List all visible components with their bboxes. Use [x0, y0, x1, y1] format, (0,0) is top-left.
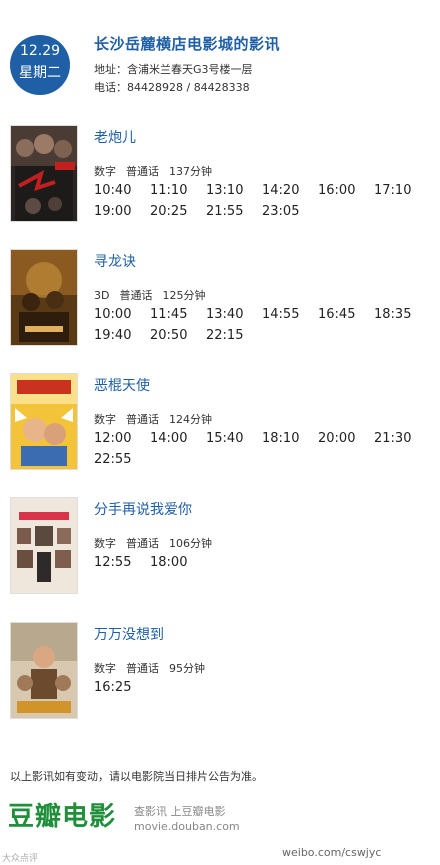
movie-language: 普通话: [126, 413, 159, 426]
phone-label: 电话：: [94, 81, 127, 94]
phone-row: 电话：84428928 / 84428338: [94, 79, 250, 95]
footer-tagline: 查影讯 上豆瓣电影: [134, 805, 226, 818]
movie-duration: 125分钟: [162, 289, 206, 302]
showtime[interactable]: 12:00: [94, 430, 150, 448]
address-label: 地址：: [94, 63, 127, 76]
showtime[interactable]: 22:55: [94, 451, 150, 469]
showtime[interactable]: 18:10: [262, 430, 318, 448]
date-text: 12.29: [19, 43, 61, 59]
showtime[interactable]: 21:30: [374, 430, 430, 448]
movie-meta: 数字 普通话 95分钟: [94, 660, 215, 676]
movie-poster[interactable]: [10, 373, 78, 470]
movie-poster[interactable]: [10, 125, 78, 222]
movie-format: 数字: [94, 537, 116, 550]
showtime[interactable]: 20:50: [150, 327, 206, 345]
movie-meta: 数字 普通话 124分钟: [94, 411, 222, 427]
showtime[interactable]: 14:00: [150, 430, 206, 448]
showtime[interactable]: 20:00: [318, 430, 374, 448]
watermark-left: 大众点评: [2, 854, 39, 864]
movie-title[interactable]: 寻龙诀: [94, 251, 136, 271]
movie-title[interactable]: 万万没想到: [94, 624, 164, 644]
disclaimer-note: 以上影讯如有变动，请以电影院当日排片公告为准。: [10, 770, 263, 783]
showtime[interactable]: 18:00: [150, 554, 206, 572]
movie-item[interactable]: 分手再说我爱你 数字 普通话 106分钟 12:55 18:00: [0, 497, 440, 597]
movie-format: 数字: [94, 413, 116, 426]
movie-meta: 数字 普通话 137分钟: [94, 163, 222, 179]
weibo-watermark: weibo.com/cswjyc: [282, 846, 382, 859]
showtime[interactable]: 12:55: [94, 554, 150, 572]
movie-language: 普通话: [126, 165, 159, 178]
showtimes: 10:40 11:10 13:10 14:20 16:00 17:10 19:00 20:25…: [94, 179, 434, 221]
weekday-text: 星期二: [19, 65, 61, 81]
address-value: 含浦米兰春天G3号楼一层: [127, 63, 253, 76]
movie-poster[interactable]: [10, 249, 78, 346]
movie-title[interactable]: 恶棍天使: [94, 375, 150, 395]
movie-language: 普通话: [119, 289, 153, 302]
showtime[interactable]: 13:10: [206, 182, 262, 200]
showtimes: 10:00 11:45 13:40 14:55 16:45 18:35 19:40 20:50…: [94, 303, 434, 345]
showtime[interactable]: 11:45: [150, 306, 206, 324]
movie-poster[interactable]: [10, 622, 78, 719]
showtime[interactable]: 15:40: [206, 430, 262, 448]
date-badge: 12.29 星期二: [10, 35, 70, 95]
showtimes: 12:55 18:00: [94, 551, 434, 572]
showtime[interactable]: 14:20: [262, 182, 318, 200]
movie-format: 3D: [94, 289, 110, 302]
movie-duration: 106分钟: [169, 537, 212, 550]
movie-format: 数字: [94, 165, 116, 178]
showtime[interactable]: 16:00: [318, 182, 374, 200]
douban-movie-logo[interactable]: 豆瓣电影: [8, 796, 116, 833]
showtime[interactable]: 21:55: [206, 203, 262, 221]
movie-poster[interactable]: [10, 497, 78, 594]
phone-value: 84428928 / 84428338: [127, 81, 250, 94]
showtime[interactable]: 13:40: [206, 306, 262, 324]
showtime[interactable]: 17:10: [374, 182, 430, 200]
showtime[interactable]: 23:05: [262, 203, 318, 221]
showtime[interactable]: 16:25: [94, 679, 150, 697]
movie-item[interactable]: 老炮儿 数字 普通话 137分钟 10:40 11:10 13:10 14:20 16:00…: [0, 125, 440, 225]
movie-duration: 124分钟: [169, 413, 212, 426]
movie-duration: 137分钟: [169, 165, 212, 178]
movie-title[interactable]: 老炮儿: [94, 127, 136, 147]
movie-language: 普通话: [126, 537, 159, 550]
movie-item[interactable]: 万万没想到 数字 普通话 95分钟 16:25: [0, 622, 440, 722]
showtime[interactable]: 22:15: [206, 327, 262, 345]
showtime[interactable]: 10:40: [94, 182, 150, 200]
footer-url[interactable]: movie.douban.com: [134, 820, 240, 833]
showtime[interactable]: 19:00: [94, 203, 150, 221]
showtimes: 16:25: [94, 676, 434, 697]
showtime[interactable]: 18:35: [374, 306, 430, 324]
movie-item[interactable]: 寻龙诀 3D 普通话 125分钟 10:00 11:45 13:40 14:55 16:45…: [0, 249, 440, 349]
address-row: 地址：含浦米兰春天G3号楼一层: [94, 61, 253, 77]
movie-format: 数字: [94, 662, 116, 675]
cinema-title: 长沙岳麓横店电影城的影讯: [94, 35, 281, 53]
movie-title[interactable]: 分手再说我爱你: [94, 499, 192, 519]
showtime[interactable]: 20:25: [150, 203, 206, 221]
showtime[interactable]: 14:55: [262, 306, 318, 324]
movie-language: 普通话: [126, 662, 159, 675]
showtime[interactable]: 11:10: [150, 182, 206, 200]
showtime[interactable]: 16:45: [318, 306, 374, 324]
showtimes: 12:00 14:00 15:40 18:10 20:00 21:30 22:55: [94, 427, 434, 469]
showtime[interactable]: 10:00: [94, 306, 150, 324]
movie-duration: 95分钟: [169, 662, 205, 675]
movie-item[interactable]: 恶棍天使 数字 普通话 124分钟 12:00 14:00 15:40 18:10 20:0…: [0, 373, 440, 473]
cinema-header: 12.29 星期二 长沙岳麓横店电影城的影讯 地址：含浦米兰春天G3号楼一层 电…: [0, 0, 440, 100]
movie-meta: 数字 普通话 106分钟: [94, 535, 222, 551]
movie-meta: 3D 普通话 125分钟: [94, 287, 215, 303]
showtime[interactable]: 19:40: [94, 327, 150, 345]
